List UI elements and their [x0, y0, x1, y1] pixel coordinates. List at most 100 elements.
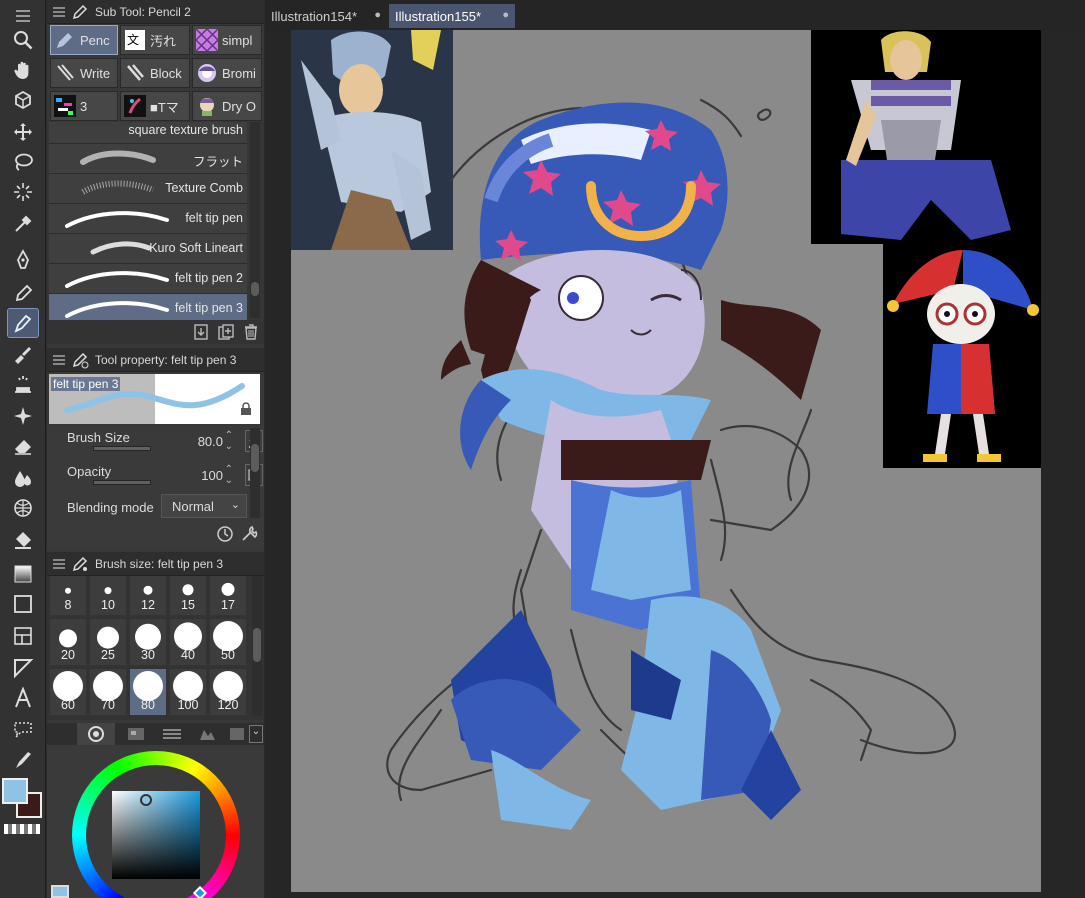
- panel-menu-icon[interactable]: [53, 558, 65, 569]
- wrench-icon[interactable]: [239, 524, 259, 544]
- lasso-tool-icon[interactable]: [8, 148, 38, 176]
- saturation-value-square[interactable]: [112, 791, 200, 879]
- lock-icon[interactable]: [239, 402, 253, 416]
- new-subtool-icon[interactable]: [217, 323, 235, 341]
- figure-tool-icon[interactable]: [8, 494, 38, 522]
- brush-size-header: Brush size: felt tip pen 3: [47, 552, 264, 576]
- sparkle-tool-icon[interactable]: [8, 402, 38, 430]
- object-tool-icon[interactable]: [8, 86, 38, 114]
- brush-item[interactable]: square texture brush: [49, 122, 247, 144]
- subtool-group-pencil[interactable]: Penc: [50, 25, 118, 55]
- close-tab-icon[interactable]: ●: [374, 9, 381, 21]
- block-icon: [127, 64, 144, 81]
- color-wheel-tab[interactable]: [77, 723, 115, 745]
- subtool-group-bromi[interactable]: Bromi: [192, 58, 262, 88]
- brush-size-spinner[interactable]: ⌃ ⌄: [225, 430, 233, 452]
- frame-tool-icon[interactable]: [8, 622, 38, 650]
- brush-size-cell[interactable]: 70: [89, 668, 127, 716]
- opacity-spinner[interactable]: ⌃ ⌄: [225, 464, 233, 486]
- rectangle-tool-icon[interactable]: [8, 590, 38, 618]
- brush-size-cell[interactable]: 25: [89, 618, 127, 666]
- color-picker-cursor[interactable]: [140, 794, 152, 806]
- subtool-group-simple[interactable]: simpl: [192, 25, 262, 55]
- color-history-tab-icon[interactable]: [227, 725, 247, 743]
- correct-line-tool-icon[interactable]: [8, 746, 38, 774]
- copy-icon[interactable]: [192, 323, 210, 341]
- brush-size-cell[interactable]: 12: [129, 576, 167, 616]
- brush-list-scrollbar[interactable]: [250, 122, 260, 318]
- intermediate-color-tab-icon[interactable]: [191, 725, 225, 743]
- brush-size-cell[interactable]: 50: [209, 618, 247, 666]
- hand-tool-icon[interactable]: [8, 56, 38, 84]
- character-icon: [198, 64, 216, 82]
- trash-icon[interactable]: [242, 323, 260, 341]
- brush-size-cell[interactable]: 80: [129, 668, 167, 716]
- color-set-tab-icon[interactable]: [119, 725, 153, 743]
- opacity-slider[interactable]: [93, 480, 151, 485]
- subtool-group-write[interactable]: Write: [50, 58, 118, 88]
- pencil-tool-icon[interactable]: [8, 278, 38, 306]
- panel-menu-icon[interactable]: [53, 6, 65, 17]
- reset-icon[interactable]: [215, 524, 235, 544]
- document-tab[interactable]: Illustration154* ●: [265, 4, 387, 28]
- eraser-tool-icon[interactable]: [8, 432, 38, 460]
- brush-stroke-preview: [65, 271, 169, 288]
- pencil-icon: [57, 33, 72, 48]
- pen-tool-icon[interactable]: [8, 246, 38, 274]
- subtool-group-ink[interactable]: ■Tマ: [120, 91, 190, 121]
- blending-mode-select[interactable]: Normal ⌄: [161, 494, 247, 518]
- balloon-tool-icon[interactable]: [8, 716, 38, 744]
- subtool-group-3[interactable]: 3: [50, 91, 118, 121]
- brush-item[interactable]: Kuro Soft Lineart: [49, 234, 247, 264]
- subtool-group-stain[interactable]: 文 汚れ: [120, 25, 190, 55]
- gradient-tool-icon[interactable]: [8, 560, 38, 588]
- document-tab-bar: Illustration154* ● Illustration155* ●: [265, 0, 1085, 30]
- brush-stroke-preview: [80, 150, 156, 165]
- brush-size-dot: [173, 671, 203, 701]
- brush-item[interactable]: felt tip pen: [49, 204, 247, 234]
- brush-size-cell[interactable]: 120: [209, 668, 247, 716]
- main-color-swatch[interactable]: [2, 778, 28, 804]
- brush-size-label: 8: [64, 598, 72, 612]
- fill-tool-icon[interactable]: [8, 526, 38, 554]
- transparent-color-swatch[interactable]: [4, 824, 40, 834]
- magic-wand-icon[interactable]: [8, 178, 38, 206]
- brush-size-cell[interactable]: 20: [49, 618, 87, 666]
- move-tool-icon[interactable]: [8, 118, 38, 146]
- brush-tool-icon[interactable]: [7, 308, 39, 338]
- eyedropper-icon[interactable]: [8, 210, 38, 238]
- close-tab-icon[interactable]: ●: [502, 9, 509, 21]
- panel-menu-icon[interactable]: [53, 354, 65, 365]
- brush-size-cell[interactable]: 10: [89, 576, 127, 616]
- brush-size-cell[interactable]: 30: [129, 618, 167, 666]
- brush-size-cell[interactable]: 8: [49, 576, 87, 616]
- brush-size-cell[interactable]: 40: [169, 618, 207, 666]
- airbrush-tool-icon[interactable]: [8, 340, 38, 368]
- color-slider-tab-icon[interactable]: [155, 725, 189, 743]
- document-tab-active[interactable]: Illustration155* ●: [389, 4, 515, 28]
- color-wheel-tab-icon: [88, 726, 104, 742]
- brush-size-cell[interactable]: 17: [209, 576, 247, 616]
- property-scrollbar[interactable]: [250, 428, 260, 518]
- brush-size-cell[interactable]: 15: [169, 576, 207, 616]
- brush-size-label: 25: [101, 648, 115, 662]
- stamp-icon: 文: [125, 30, 145, 50]
- ruler-tool-icon[interactable]: [8, 654, 38, 682]
- brush-size-slider[interactable]: [93, 446, 151, 451]
- brush-item[interactable]: felt tip pen 2: [49, 264, 247, 294]
- text-tool-icon[interactable]: [8, 684, 38, 712]
- brush-item[interactable]: Texture Comb: [49, 174, 247, 204]
- brush-size-cell[interactable]: 100: [169, 668, 207, 716]
- brush-size-cell[interactable]: 60: [49, 668, 87, 716]
- zoom-tool-icon[interactable]: [8, 26, 38, 54]
- brush-size-scrollbar[interactable]: [252, 576, 262, 716]
- decoration-tool-icon[interactable]: [8, 370, 38, 398]
- chevron-down-icon[interactable]: ⌄: [249, 725, 263, 743]
- subtool-group-block[interactable]: Block: [120, 58, 190, 88]
- tool-bar: [0, 0, 46, 898]
- brush-item-selected[interactable]: felt tip pen 3: [49, 294, 247, 320]
- subtool-group-dry[interactable]: Dry O: [192, 91, 262, 121]
- brush-item[interactable]: フラット: [49, 144, 247, 174]
- blend-tool-icon[interactable]: [8, 464, 38, 492]
- drawing-canvas[interactable]: [291, 30, 1041, 892]
